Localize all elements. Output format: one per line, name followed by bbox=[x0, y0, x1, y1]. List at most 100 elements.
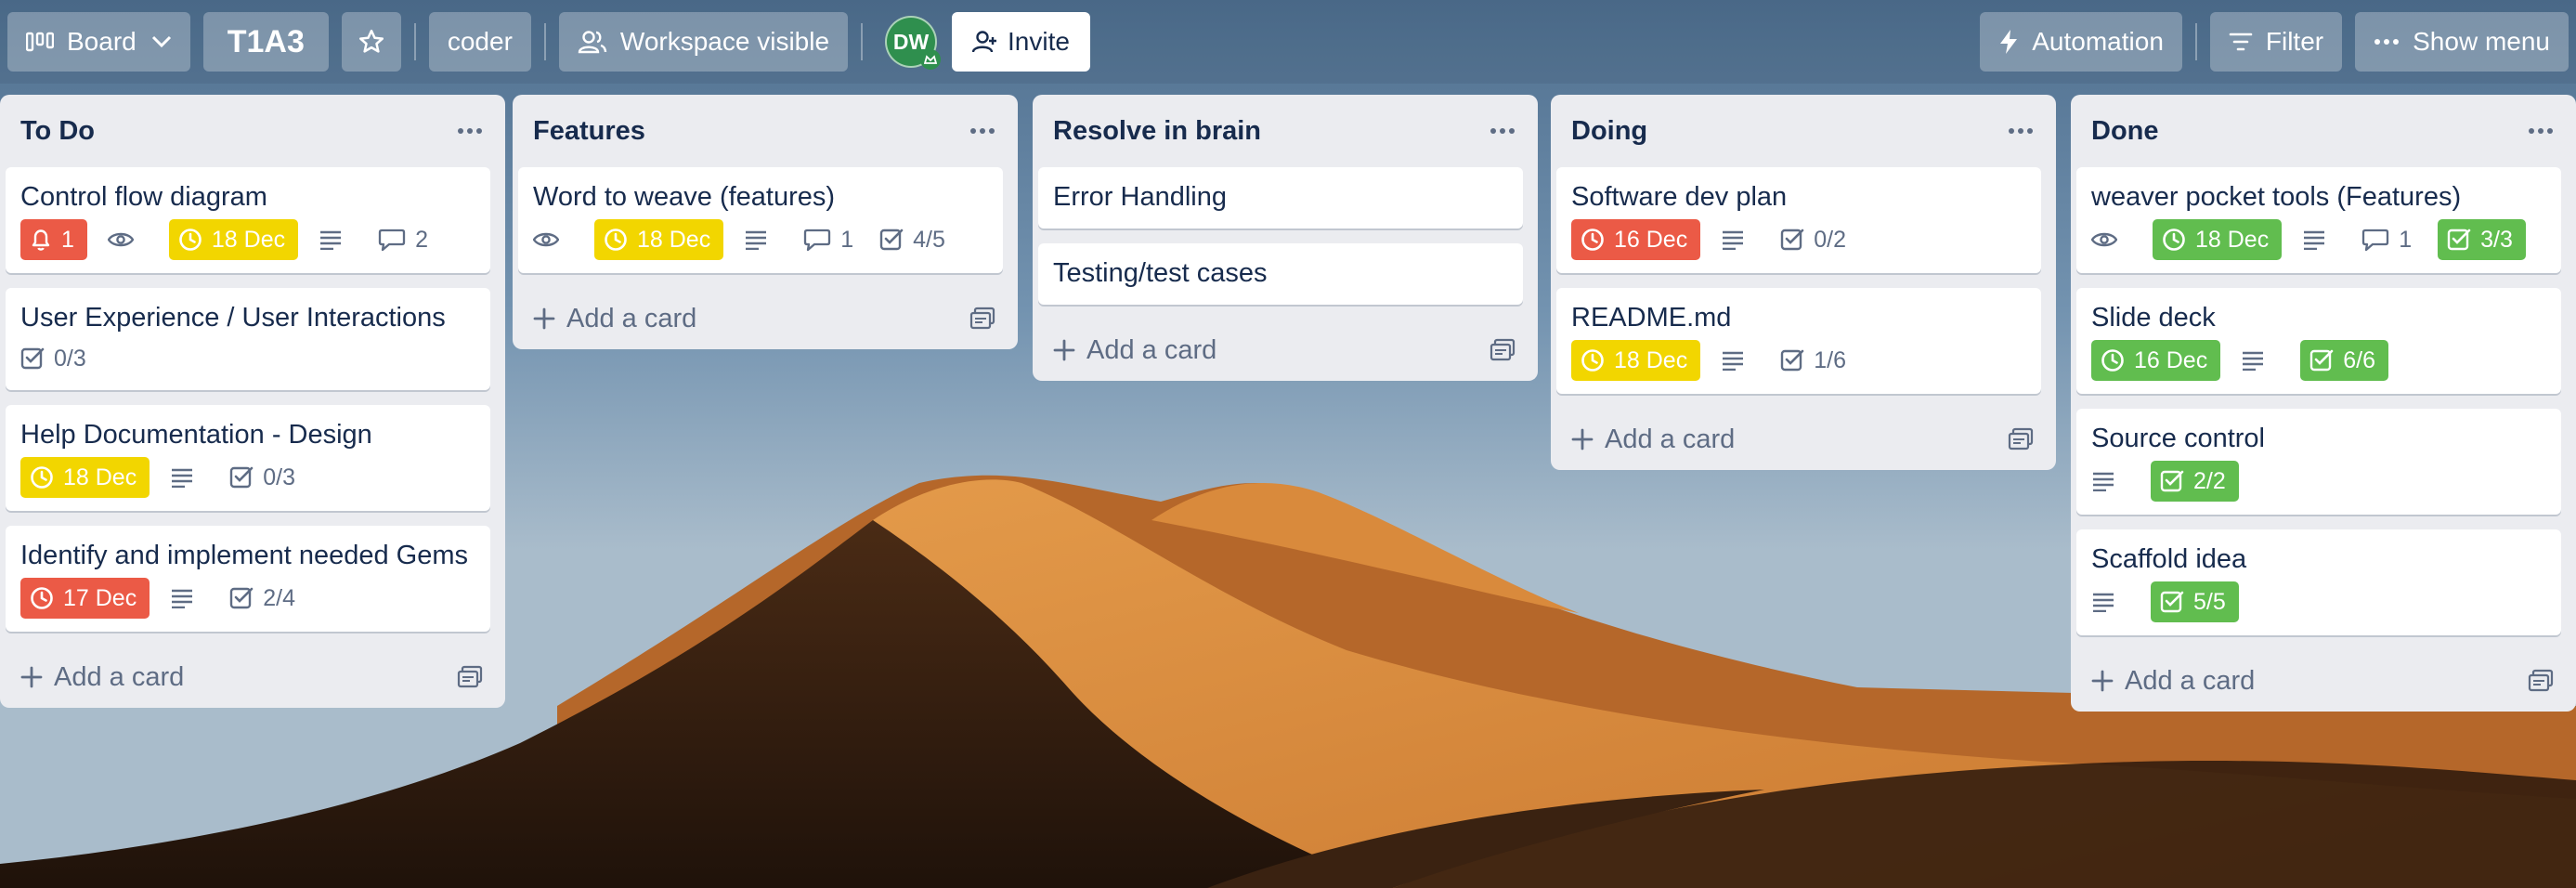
star-button[interactable] bbox=[341, 12, 401, 72]
checklist-badge: 3/3 bbox=[2438, 219, 2526, 260]
automation-button[interactable]: Automation bbox=[1980, 12, 2182, 72]
eye-icon bbox=[533, 230, 559, 249]
description-badge bbox=[2091, 463, 2125, 500]
card-badges: 17 Dec 2/4 bbox=[20, 578, 475, 619]
add-card-button[interactable]: Add a card bbox=[1053, 335, 1216, 366]
due-date-badge[interactable]: 18 Dec bbox=[20, 457, 150, 498]
more-icon[interactable] bbox=[2528, 127, 2554, 135]
card[interactable]: Testing/test cases bbox=[1038, 243, 1523, 305]
due-date-badge[interactable]: 16 Dec bbox=[1571, 219, 1701, 260]
list-title[interactable]: Features bbox=[533, 116, 645, 147]
create-from-template-icon[interactable] bbox=[2528, 669, 2554, 693]
list-header[interactable]: Done bbox=[2076, 95, 2561, 167]
add-user-icon bbox=[972, 30, 998, 54]
card[interactable]: Control flow diagram 1 18 Dec 2 bbox=[6, 167, 490, 273]
visibility-button[interactable]: Workspace visible bbox=[558, 12, 849, 72]
add-card-button[interactable]: Add a card bbox=[20, 662, 184, 693]
card[interactable]: Scaffold idea 5/5 bbox=[2076, 529, 2561, 635]
create-from-template-icon[interactable] bbox=[457, 665, 483, 689]
invite-button[interactable]: Invite bbox=[952, 12, 1090, 72]
list-title[interactable]: Doing bbox=[1571, 116, 1647, 147]
more-icon[interactable] bbox=[457, 127, 483, 135]
card[interactable]: Error Handling bbox=[1038, 167, 1523, 229]
card-title: Source control bbox=[2091, 424, 2265, 453]
card[interactable]: User Experience / User Interactions 0/3 bbox=[6, 288, 490, 390]
due-date-badge[interactable]: 18 Dec bbox=[1571, 340, 1701, 381]
list-title[interactable]: Done bbox=[2091, 116, 2159, 147]
card[interactable]: weaver pocket tools (Features) 18 Dec 1 3/3 bbox=[2076, 167, 2561, 273]
eye-icon bbox=[107, 230, 134, 249]
show-menu-button[interactable]: Show menu bbox=[2355, 12, 2569, 72]
card-title: Word to weave (features) bbox=[533, 182, 836, 212]
description-icon bbox=[2241, 350, 2265, 371]
due-date-badge[interactable]: 18 Dec bbox=[2153, 219, 2283, 260]
card[interactable]: Software dev plan 16 Dec 0/2 bbox=[1556, 167, 2041, 273]
description-icon bbox=[2302, 229, 2326, 250]
checklist-icon bbox=[1780, 228, 1804, 252]
card[interactable]: Slide deck 16 Dec 6/6 bbox=[2076, 288, 2561, 394]
due-date-badge[interactable]: 18 Dec bbox=[594, 219, 724, 260]
description-badge bbox=[2302, 221, 2335, 258]
view-switcher-button[interactable]: Board bbox=[7, 12, 190, 72]
add-card-label: Add a card bbox=[566, 303, 697, 333]
card[interactable]: Identify and implement needed Gems 17 Dec… bbox=[6, 526, 490, 632]
clock-icon bbox=[1581, 228, 1605, 252]
add-card-button[interactable]: Add a card bbox=[2091, 666, 2255, 697]
card[interactable]: README.md 18 Dec 1/6 bbox=[1556, 288, 2041, 394]
invite-label: Invite bbox=[1008, 27, 1070, 56]
eye-icon bbox=[2091, 230, 2117, 249]
plus-icon bbox=[20, 666, 43, 688]
card[interactable]: Word to weave (features) 18 Dec 1 4/5 bbox=[518, 167, 1003, 273]
card-title: Identify and implement needed Gems bbox=[20, 541, 468, 570]
comment-icon bbox=[803, 228, 831, 252]
list-header[interactable]: To Do bbox=[6, 95, 490, 167]
create-from-template-icon[interactable] bbox=[969, 307, 995, 331]
add-card-row: Add a card bbox=[518, 288, 1003, 349]
create-from-template-icon[interactable] bbox=[2008, 427, 2034, 451]
filter-button[interactable]: Filter bbox=[2209, 12, 2343, 72]
due-date-badge[interactable]: 17 Dec bbox=[20, 578, 150, 619]
board-title[interactable]: T1A3 bbox=[202, 12, 329, 72]
due-date: 18 Dec bbox=[1614, 346, 1688, 373]
add-card-label: Add a card bbox=[54, 661, 185, 692]
checklist-count: 0/3 bbox=[54, 345, 86, 372]
due-date: 16 Dec bbox=[1614, 226, 1688, 253]
more-icon[interactable] bbox=[2008, 127, 2034, 135]
automation-label: Automation bbox=[2032, 27, 2164, 56]
more-icon[interactable] bbox=[1490, 127, 1516, 135]
due-date: 16 Dec bbox=[2134, 346, 2208, 373]
list-title[interactable]: To Do bbox=[20, 116, 95, 147]
checklist-count: 1/6 bbox=[1814, 346, 1846, 373]
checklist-count: 6/6 bbox=[2343, 346, 2375, 373]
description-icon bbox=[744, 229, 768, 250]
board-icon bbox=[26, 32, 54, 52]
checklist-badge: 0/2 bbox=[1780, 221, 1846, 258]
board-header: Board T1A3 coder Workspace visible DW In… bbox=[0, 0, 2576, 84]
checklist-count: 0/2 bbox=[1814, 226, 1846, 253]
list-header[interactable]: Resolve in brain bbox=[1038, 95, 1523, 167]
checklist-badge: 2/2 bbox=[2151, 461, 2239, 502]
list-header[interactable]: Features bbox=[518, 95, 1003, 167]
notification-badge: 1 bbox=[20, 219, 87, 260]
workspace-button[interactable]: coder bbox=[428, 12, 531, 72]
watching-badge bbox=[107, 221, 143, 258]
checklist-count: 5/5 bbox=[2193, 588, 2226, 615]
add-card-label: Add a card bbox=[1605, 424, 1736, 454]
list-title[interactable]: Resolve in brain bbox=[1053, 116, 1261, 147]
add-card-button[interactable]: Add a card bbox=[1571, 424, 1735, 455]
card[interactable]: Source control 2/2 bbox=[2076, 409, 2561, 515]
card-badges: 0/3 bbox=[20, 340, 475, 377]
due-date-badge[interactable]: 16 Dec bbox=[2091, 340, 2221, 381]
add-card-button[interactable]: Add a card bbox=[533, 304, 696, 334]
due-date: 18 Dec bbox=[63, 464, 137, 490]
card[interactable]: Help Documentation - Design 18 Dec 0/3 bbox=[6, 405, 490, 511]
due-date: 18 Dec bbox=[637, 226, 711, 253]
member-avatar[interactable]: DW bbox=[885, 16, 942, 70]
more-icon[interactable] bbox=[969, 127, 995, 135]
checklist-badge: 0/3 bbox=[20, 340, 86, 377]
filter-label: Filter bbox=[2265, 27, 2324, 56]
list-header[interactable]: Doing bbox=[1556, 95, 2041, 167]
due-date-badge[interactable]: 18 Dec bbox=[168, 219, 299, 260]
create-from-template-icon[interactable] bbox=[1490, 338, 1516, 362]
add-card-row: Add a card bbox=[1556, 409, 2041, 470]
